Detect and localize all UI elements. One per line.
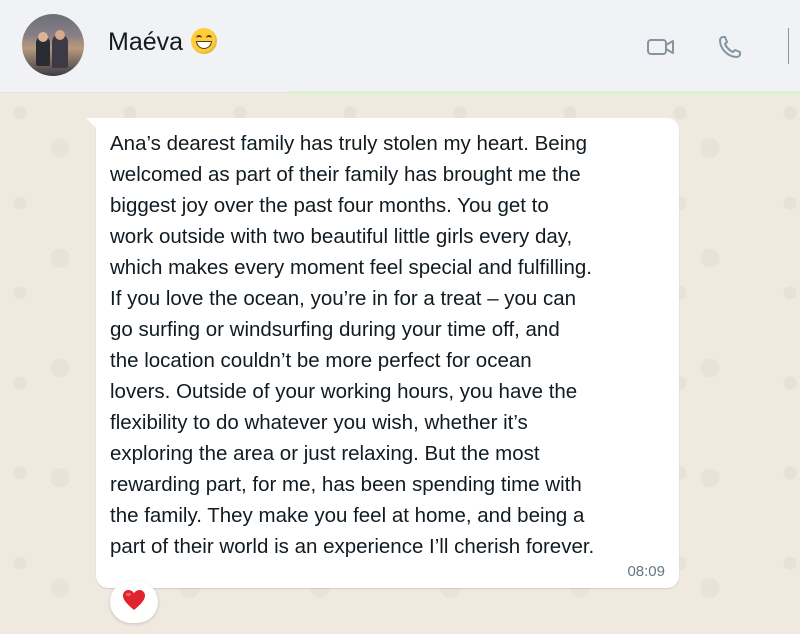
- message-line: the location couldn’t be more perfect fo…: [110, 349, 532, 372]
- message-line: work outside with two beautiful little g…: [110, 225, 573, 248]
- message-reaction[interactable]: [110, 581, 158, 623]
- message-line: If you love the ocean, you’re in for a t…: [110, 287, 577, 310]
- message-line: biggest joy over the past four months. Y…: [110, 194, 549, 217]
- message-line: the family. They make you feel at home, …: [110, 504, 585, 527]
- message-line: rewarding part, for me, has been spendin…: [110, 473, 582, 496]
- message-line: lovers. Outside of your working hours, y…: [110, 380, 578, 403]
- message-line: part of their world is an experience I’l…: [110, 535, 595, 558]
- red-heart-icon: [122, 589, 146, 616]
- contact-avatar[interactable]: [22, 14, 84, 76]
- contact-name[interactable]: Maéva: [108, 28, 218, 57]
- voice-call-icon[interactable]: [716, 34, 746, 60]
- message-line: which makes every moment feel special an…: [110, 256, 592, 279]
- header-accent-line: [290, 91, 800, 94]
- message-line: welcomed as part of their family has bro…: [110, 163, 581, 186]
- video-call-icon[interactable]: [646, 34, 676, 60]
- incoming-message-bubble[interactable]: Ana’s dearest family has truly stolen my…: [96, 118, 679, 588]
- chat-header: Maéva: [0, 0, 800, 94]
- message-line: exploring the area or just relaxing. But…: [110, 442, 540, 465]
- message-line: Ana’s dearest family has truly stolen my…: [110, 132, 588, 155]
- message-timestamp: 08:09: [627, 563, 665, 580]
- message-line: flexibility to do whatever you wish, whe…: [110, 411, 528, 434]
- message-text: Ana’s dearest family has truly stolen my…: [110, 128, 670, 562]
- grinning-face-icon: [191, 28, 218, 54]
- header-divider: [788, 28, 789, 64]
- message-line: go surfing or windsurfing during your ti…: [110, 318, 560, 341]
